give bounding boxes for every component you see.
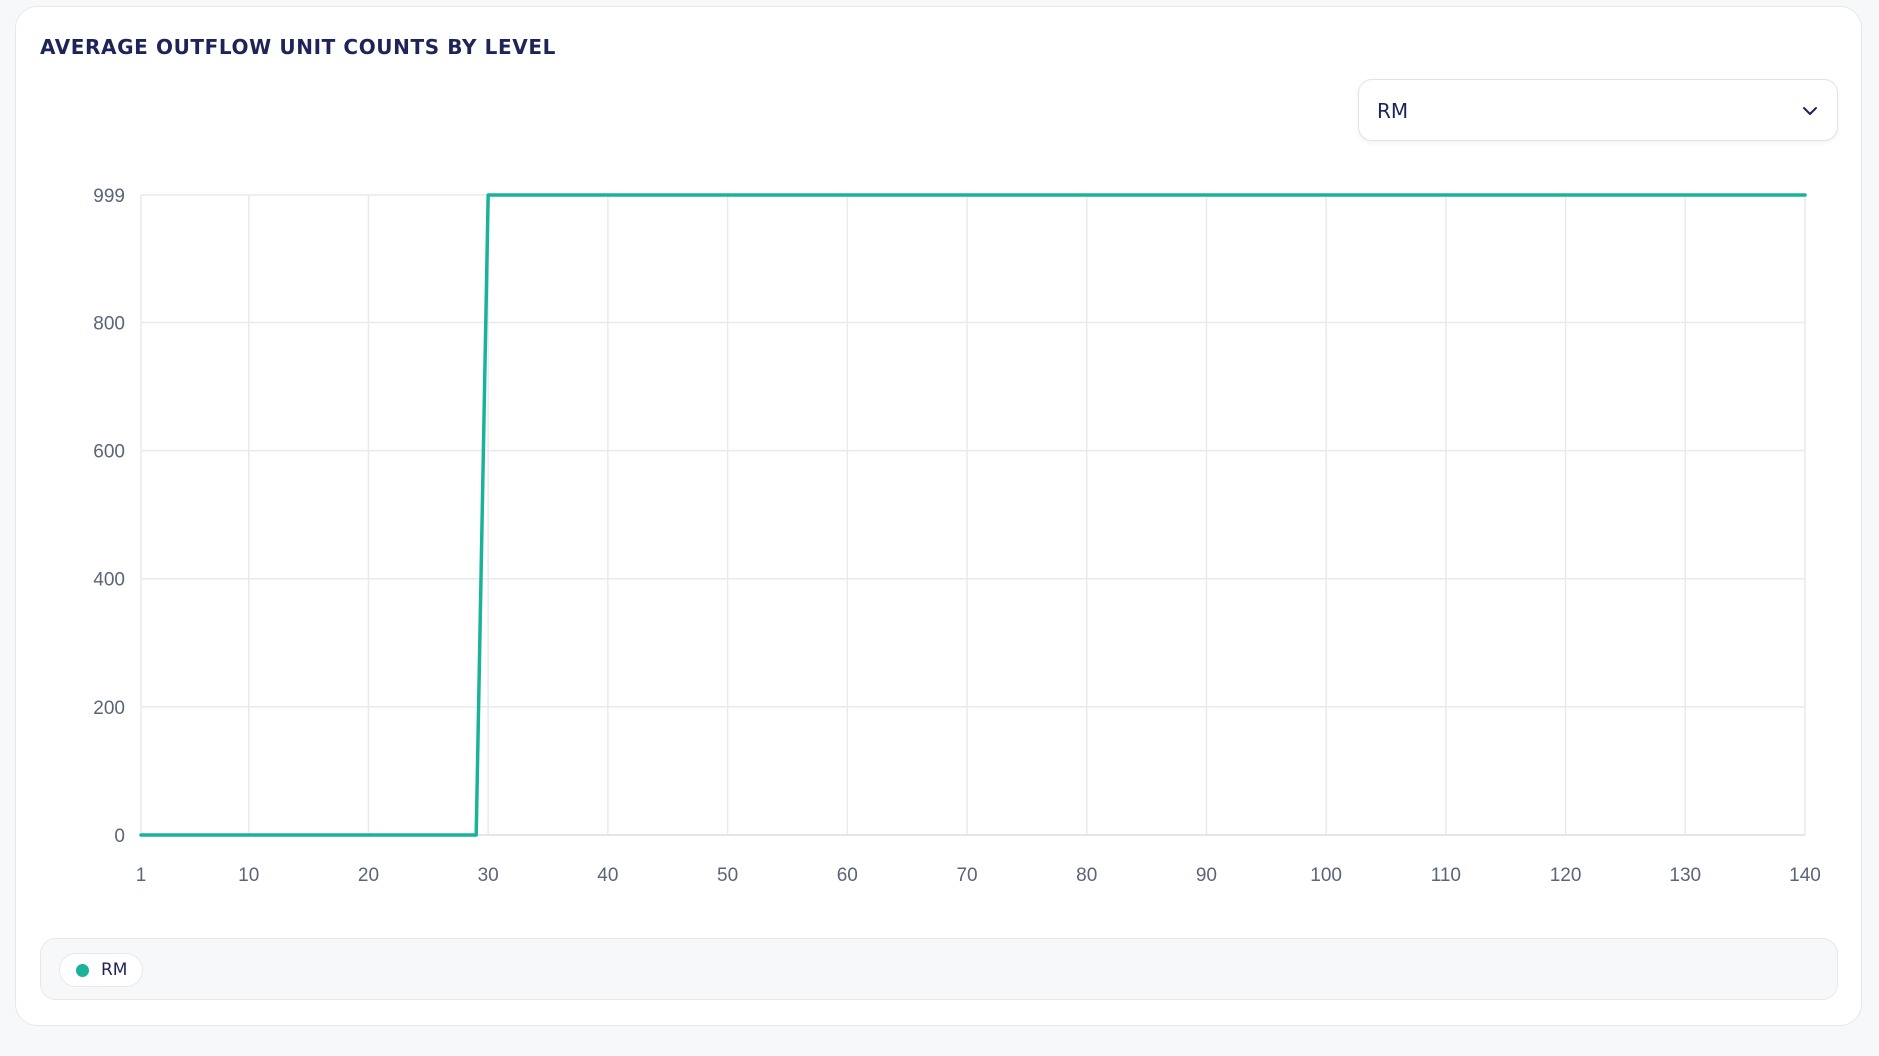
x-tick-label: 140 <box>1789 865 1821 886</box>
line-chart: 1 10 20 30 40 50 60 70 80 90 100 110 120 130 140020040… <box>93 186 1821 886</box>
x-tick-label: 60 <box>837 865 858 886</box>
series-line-rm <box>139 193 1807 837</box>
x-tick-label: 90 <box>1196 865 1217 886</box>
x-tick-label: 50 <box>717 865 738 886</box>
x-tick-label: 20 <box>358 865 379 886</box>
x-tick-label: 120 <box>1550 865 1582 886</box>
x-tick-label: 10 <box>238 865 259 886</box>
x-tick-label: 70 <box>956 865 977 886</box>
y-tick-label: 400 <box>93 570 125 591</box>
chart-card: AVERAGE OUTFLOW UNIT COUNTS BY LEVEL RM … <box>15 6 1862 1026</box>
x-tick-label: 40 <box>597 865 618 886</box>
y-tick-label: 999 <box>93 186 125 207</box>
legend-label: RM <box>101 960 128 980</box>
y-tick-label: 800 <box>93 313 125 334</box>
x-tick-label: 1 <box>136 865 147 886</box>
x-tick-label: 100 <box>1310 865 1342 886</box>
x-tick-label: 130 <box>1669 865 1701 886</box>
x-tick-label: 30 <box>478 865 499 886</box>
legend-item-rm[interactable]: RM <box>59 953 144 987</box>
y-tick-label: 200 <box>93 698 125 719</box>
legend-dot-icon <box>76 963 89 977</box>
x-tick-label: 110 <box>1431 865 1461 886</box>
x-tick-label: 80 <box>1076 865 1097 886</box>
y-tick-label: 0 <box>114 826 125 847</box>
legend: RM <box>40 938 1838 1000</box>
y-tick-label: 600 <box>93 442 125 463</box>
